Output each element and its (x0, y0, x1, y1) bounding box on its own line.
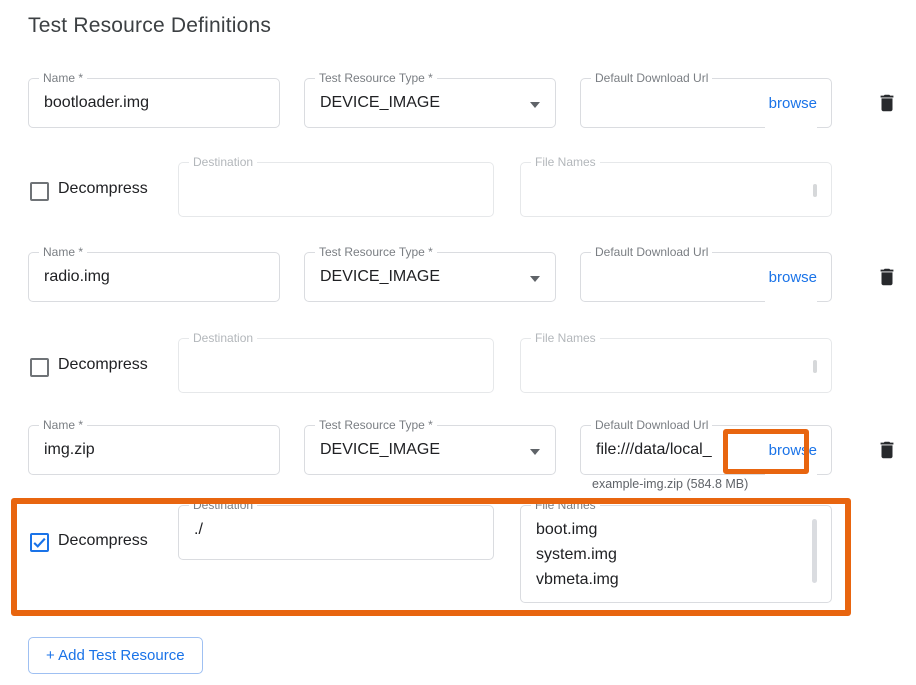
delete-icon (872, 92, 902, 114)
delete-resource-button[interactable] (872, 435, 902, 465)
delete-resource-button[interactable] (872, 262, 902, 292)
decompress-checkbox[interactable] (30, 182, 49, 201)
destination-field[interactable]: Destination (178, 338, 494, 393)
file-names-label: File Names (531, 155, 600, 170)
destination-value: ./ (179, 506, 493, 554)
delete-icon (872, 266, 902, 288)
name-field[interactable]: Name * bootloader.img (28, 78, 280, 128)
type-select-label: Test Resource Type * (315, 71, 437, 86)
type-select-value: DEVICE_IMAGE (305, 426, 555, 474)
name-field-value: bootloader.img (29, 79, 279, 127)
download-url-field[interactable]: Default Download Url file:///data/local_… (580, 425, 832, 475)
download-url-label: Default Download Url (591, 245, 712, 260)
dropdown-arrow-icon[interactable] (530, 276, 540, 282)
name-field-label: Name * (39, 245, 87, 260)
destination-label: Destination (189, 498, 257, 513)
download-url-field[interactable]: Default Download Url browse (580, 78, 832, 128)
decompress-label: Decompress (58, 356, 148, 374)
type-select[interactable]: Test Resource Type * DEVICE_IMAGE (304, 78, 556, 128)
browse-button[interactable]: browse (765, 426, 817, 475)
name-field[interactable]: Name * img.zip (28, 425, 280, 475)
delete-resource-button[interactable] (872, 88, 902, 118)
file-names-value: boot.img system.img vbmeta.img (521, 506, 831, 592)
name-field-value: radio.img (29, 253, 279, 301)
type-select-label: Test Resource Type * (315, 245, 437, 260)
destination-label: Destination (189, 155, 257, 170)
decompress-label: Decompress (58, 532, 148, 550)
decompress-checkbox[interactable] (30, 358, 49, 377)
file-names-label: File Names (531, 498, 600, 513)
download-url-label: Default Download Url (591, 418, 712, 433)
download-file-info: example-img.zip (584.8 MB) (592, 477, 748, 491)
scrollbar-thumb[interactable] (812, 519, 817, 583)
type-select[interactable]: Test Resource Type * DEVICE_IMAGE (304, 425, 556, 475)
dropdown-arrow-icon[interactable] (530, 102, 540, 108)
name-field-value: img.zip (29, 426, 279, 474)
type-select-label: Test Resource Type * (315, 418, 437, 433)
file-names-label: File Names (531, 331, 600, 346)
file-names-field[interactable]: File Names boot.img system.img vbmeta.im… (520, 505, 832, 603)
delete-icon (872, 439, 902, 461)
decompress-checkbox[interactable] (30, 533, 49, 552)
type-select-value: DEVICE_IMAGE (305, 79, 555, 127)
download-url-label: Default Download Url (591, 71, 712, 86)
browse-button[interactable]: browse (765, 79, 817, 128)
browse-button[interactable]: browse (765, 253, 817, 302)
name-field-label: Name * (39, 71, 87, 86)
test-resource-definitions-form: Test Resource Definitions Name * bootloa… (0, 0, 916, 685)
file-names-field[interactable]: File Names (520, 338, 832, 393)
download-url-field[interactable]: Default Download Url browse (580, 252, 832, 302)
type-select[interactable]: Test Resource Type * DEVICE_IMAGE (304, 252, 556, 302)
dropdown-arrow-icon[interactable] (530, 449, 540, 455)
add-test-resource-button[interactable]: + Add Test Resource (28, 637, 203, 674)
destination-field[interactable]: Destination (178, 162, 494, 217)
file-names-field[interactable]: File Names (520, 162, 832, 217)
destination-field[interactable]: Destination ./ (178, 505, 494, 560)
name-field-label: Name * (39, 418, 87, 433)
name-field[interactable]: Name * radio.img (28, 252, 280, 302)
page-title: Test Resource Definitions (28, 14, 271, 38)
decompress-label: Decompress (58, 180, 148, 198)
destination-label: Destination (189, 331, 257, 346)
type-select-value: DEVICE_IMAGE (305, 253, 555, 301)
scrollbar-thumb[interactable] (813, 360, 817, 373)
scrollbar-thumb[interactable] (813, 184, 817, 197)
